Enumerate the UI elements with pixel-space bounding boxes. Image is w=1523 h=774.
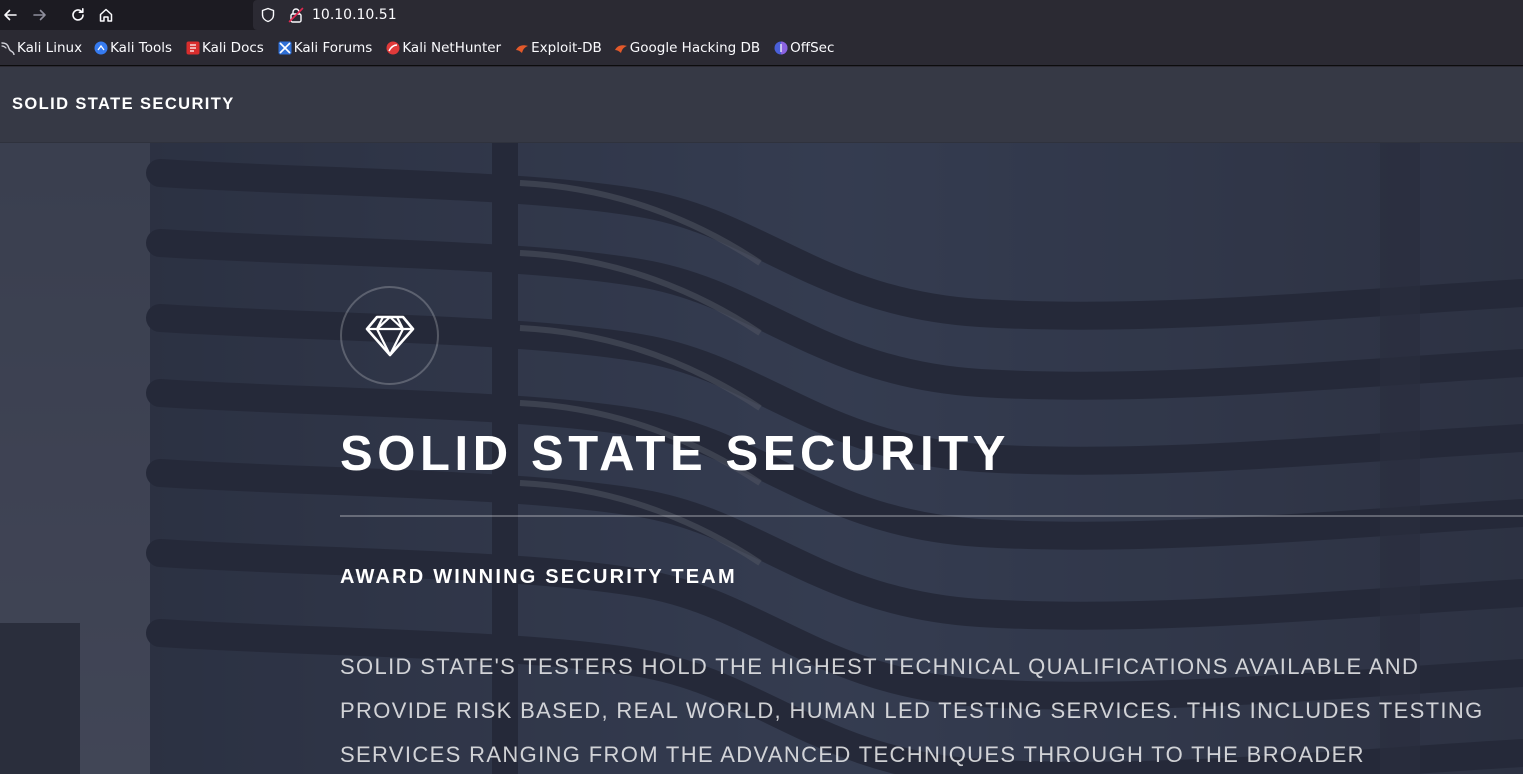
bookmark-offsec[interactable]: OffSec: [772, 36, 838, 60]
bookmark-google-hacking-db[interactable]: Google Hacking DB: [612, 36, 764, 60]
bookmark-kali-docs[interactable]: Kali Docs: [184, 36, 268, 60]
bookmark-kali-nethunter[interactable]: Kali NetHunter: [384, 36, 505, 60]
shield-icon[interactable]: [260, 7, 276, 23]
offsec-icon: [774, 41, 788, 54]
bookmark-label: Kali Forums: [293, 39, 373, 56]
bookmark-label: OffSec: [790, 39, 835, 56]
reload-button[interactable]: [60, 0, 96, 30]
bookmark-exploit-db[interactable]: Exploit-DB: [513, 36, 606, 60]
url-bar[interactable]: 10.10.10.51: [253, 0, 1523, 30]
arrow-left-icon: [4, 9, 17, 21]
kali-tools-icon: [94, 41, 108, 54]
home-icon: [99, 8, 113, 22]
site-brand-link[interactable]: SOLID STATE SECURITY: [12, 95, 235, 114]
exploit-db-icon: [516, 44, 529, 53]
arrow-right-icon: [33, 9, 46, 21]
hero-description: SOLID STATE'S TESTERS HOLD THE HIGHEST T…: [340, 645, 1523, 774]
bookmark-kali-linux[interactable]: Kali Linux: [0, 36, 86, 60]
bookmark-kali-tools[interactable]: Kali Tools: [92, 36, 176, 60]
kali-forums-icon: [278, 41, 292, 54]
bookmark-label: Kali Docs: [202, 39, 264, 56]
kali-dragon-icon: [1, 41, 15, 55]
hero-description-line: SERVICES RANGING FROM THE ADVANCED TECHN…: [340, 742, 1365, 767]
forward-button[interactable]: [20, 0, 60, 30]
hero-description-line: SOLID STATE'S TESTERS HOLD THE HIGHEST T…: [340, 654, 1420, 679]
insecure-lock-icon[interactable]: [288, 7, 304, 23]
bookmark-label: Kali Tools: [110, 39, 172, 56]
url-text[interactable]: 10.10.10.51: [312, 7, 397, 23]
diamond-icon: [365, 315, 414, 356]
ghdb-icon: [614, 44, 627, 53]
kali-docs-icon: [186, 41, 200, 54]
hero-title: SOLID STATE SECURITY: [340, 427, 1011, 481]
hero-section: SOLID STATE SECURITY AWARD WINNING SECUR…: [0, 143, 1523, 774]
nethunter-icon: [386, 41, 400, 54]
bookmark-label: Kali NetHunter: [402, 39, 502, 56]
bookmark-label: Exploit-DB: [531, 39, 602, 56]
hero-description-line: PROVIDE RISK BASED, REAL WORLD, HUMAN LE…: [340, 698, 1484, 723]
bookmark-label: Kali Linux: [17, 39, 83, 56]
back-button[interactable]: [0, 0, 20, 30]
hero-logo-circle: [340, 286, 439, 385]
bookmark-label: Google Hacking DB: [629, 39, 761, 56]
home-button[interactable]: [96, 0, 130, 30]
hero-divider: [340, 515, 1523, 517]
bookmark-kali-forums[interactable]: Kali Forums: [276, 36, 377, 60]
site-header: SOLID STATE SECURITY: [0, 67, 1523, 143]
reload-icon: [72, 8, 84, 21]
hero-subtitle: AWARD WINNING SECURITY TEAM: [340, 566, 737, 588]
browser-toolbar: 10.10.10.51: [0, 0, 1523, 30]
bookmarks-bar: Kali Linux Kali Tools Kali Docs Kali For…: [0, 30, 1523, 66]
